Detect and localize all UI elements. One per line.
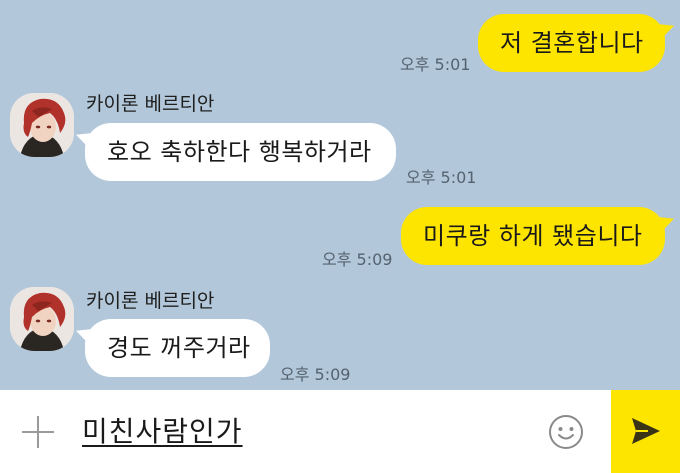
my-message-bubble[interactable]: 미쿠랑 하게 됐습니다: [401, 207, 665, 265]
sender-name: 카이론 베르티안: [86, 93, 215, 115]
sender-name: 카이론 베르티안: [86, 290, 215, 312]
my-message-bubble[interactable]: 저 결혼합니다: [478, 14, 665, 72]
message-input[interactable]: 미친사람인가: [82, 408, 522, 456]
message-time: 오후 5:09: [322, 250, 393, 269]
avatar[interactable]: [10, 93, 74, 157]
avatar[interactable]: [10, 287, 74, 351]
smiley-icon[interactable]: [548, 414, 584, 450]
paper-plane-icon: [632, 418, 660, 444]
message-time: 오후 5:01: [406, 168, 477, 187]
other-message-bubble[interactable]: 경도 꺼주거라: [85, 319, 270, 377]
chat-area[interactable]: 저 결혼합니다 오후 5:01 카이론 베르티안 호오 축하한다 행복하거라 오…: [0, 0, 680, 390]
other-message-bubble[interactable]: 호오 축하한다 행복하거라: [85, 123, 396, 181]
message-input-bar: 미친사람인가: [0, 390, 680, 473]
send-button[interactable]: [611, 390, 680, 473]
message-time: 오후 5:01: [400, 55, 471, 74]
plus-icon[interactable]: [22, 416, 54, 448]
message-time: 오후 5:09: [280, 365, 351, 384]
